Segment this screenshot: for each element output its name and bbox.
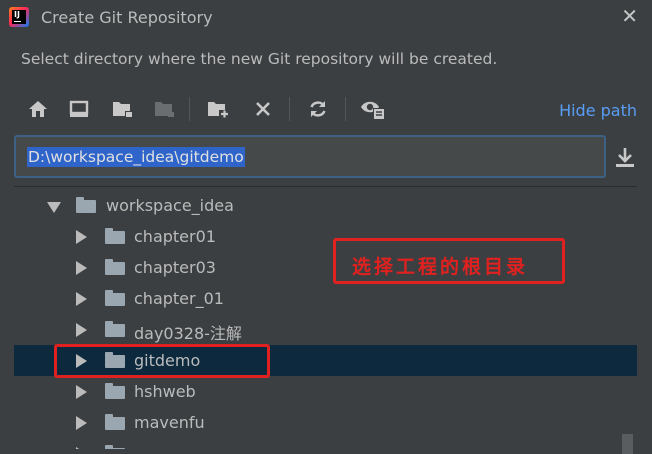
refresh-icon[interactable] [304,95,332,123]
path-field[interactable]: D:\workspace_idea\gitdemo [14,135,606,178]
expand-arrow-icon[interactable] [76,385,87,399]
module-folder-icon [151,95,179,123]
annotation-text: 选择工程的根目录 [352,256,529,278]
home-icon[interactable] [24,95,52,123]
folder-icon [105,445,125,449]
tree-item-label: mavenfu [134,413,205,432]
show-hidden-icon[interactable] [359,95,387,123]
tree-row-chapter-01[interactable]: chapter_01 [14,283,637,314]
tree-item-label: day0328-注解 [134,324,242,343]
collapse-arrow-icon[interactable] [47,202,61,213]
folder-icon [105,290,125,306]
tree-item-label: workspace_idea [106,196,234,215]
tree-item-label: chapter01 [134,227,216,246]
expand-arrow-icon[interactable] [76,292,87,306]
folder-icon [105,321,125,337]
download-icon[interactable] [614,146,636,172]
folder-icon [105,414,125,430]
delete-icon[interactable] [249,95,277,123]
tree-item-label: chapter03 [134,258,216,277]
gitdemo-highlight-box [54,344,270,378]
desktop-icon[interactable] [65,95,93,123]
tree-row-day0328[interactable]: day0328-注解 [14,314,637,345]
tree-row-partial [14,438,637,449]
expand-arrow-icon [76,447,87,449]
tree-row-mavenfu[interactable]: mavenfu [14,407,637,438]
new-folder-icon[interactable] [109,95,137,123]
expand-arrow-icon[interactable] [76,230,87,244]
toolbar [21,95,501,125]
expand-arrow-icon[interactable] [76,323,87,337]
close-icon[interactable]: ✕ [621,4,638,28]
tree-row-hshweb[interactable]: hshweb [14,376,637,407]
hide-path-link[interactable]: Hide path [559,101,637,120]
directory-tree: workspace_idea chapter01 chapter03 chapt… [14,186,637,449]
folder-icon [76,197,96,213]
tree-row-workspace-idea[interactable]: workspace_idea [14,190,637,221]
window-title: Create Git Repository [41,8,213,27]
folder-icon [105,383,125,399]
folder-icon [105,228,125,244]
intellij-app-icon: IJ [9,7,29,27]
expand-arrow-icon[interactable] [76,416,87,430]
tree-scrollbar-thumb[interactable] [622,434,633,454]
tree-item-label: chapter_01 [134,289,224,308]
path-input[interactable] [16,137,604,176]
title-bar: IJ Create Git Repository ✕ [0,0,652,36]
dialog-description: Select directory where the new Git repos… [21,50,498,68]
tree-item-label: hshweb [134,382,196,401]
expand-arrow-icon[interactable] [76,261,87,275]
new-folder-plus-icon[interactable] [205,95,233,123]
folder-icon [105,259,125,275]
